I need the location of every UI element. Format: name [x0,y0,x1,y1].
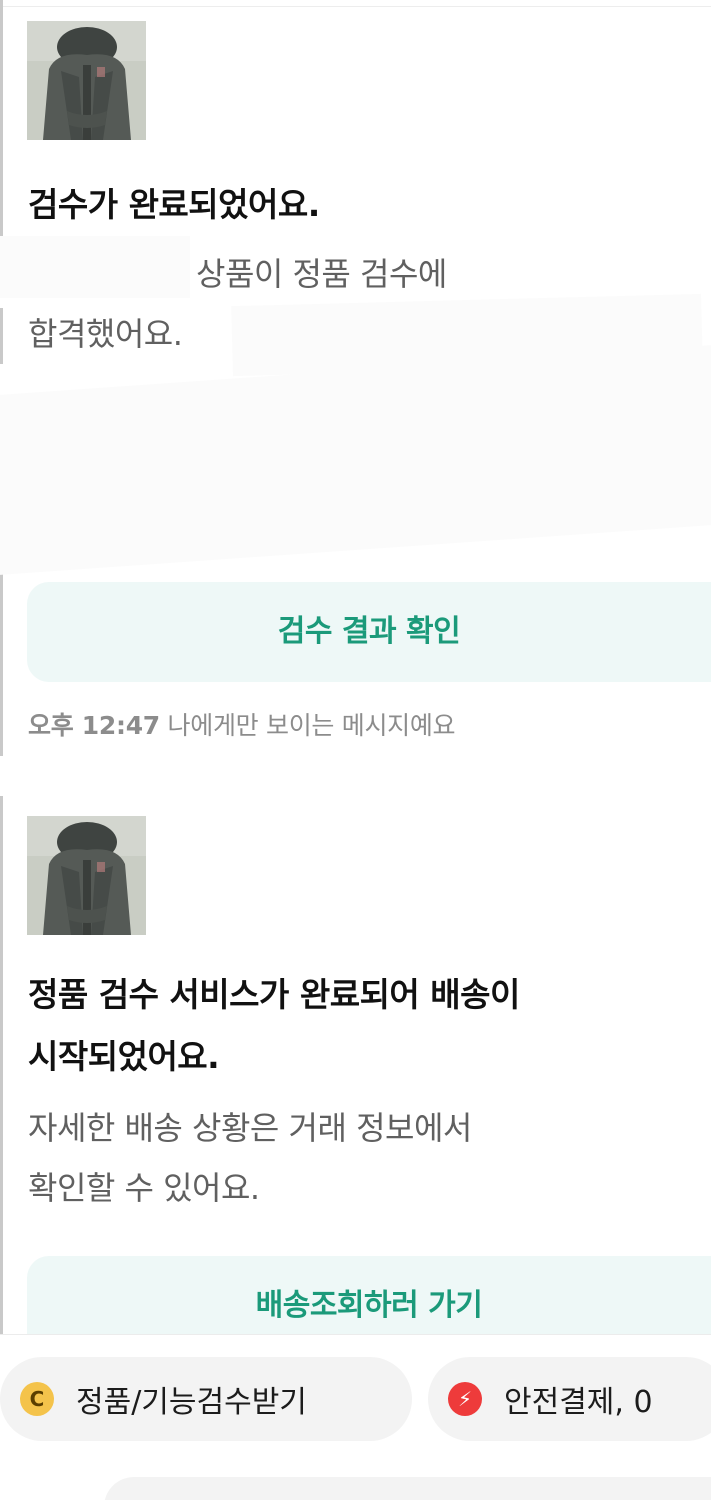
message-time: 오후 12:47 [28,711,160,740]
view-inspection-result-button[interactable]: 검수 결과 확인 [27,582,711,682]
message-body-line: 확인할 수 있어요. [28,1169,260,1207]
message-body-line: 자세한 배송 상황은 거래 정보에서 [28,1109,472,1147]
authenticity-check-chip[interactable]: C 정품/기능검수받기 [0,1357,412,1441]
message-rail [0,796,3,1336]
chip-label: 정품/기능검수받기 [76,1385,307,1420]
product-thumbnail[interactable] [27,816,146,935]
visibility-note: 나에게만 보이는 메시지예요 [167,711,456,740]
message-meta: 오후 12:47 나에게만 보이는 메시지예요 [28,704,456,748]
message-rail [0,308,3,364]
message-title-line: 시작되었어요. [28,1037,220,1076]
chip-label: 안전결제, 0 [504,1385,653,1420]
message-body-line: 합격했어요. [28,315,183,353]
message-title: 검수가 완료되었어요. [28,185,320,224]
redaction-smudge [0,345,711,575]
message-rail [0,560,3,756]
message-input[interactable] [104,1477,711,1500]
message-title-line: 정품 검수 서비스가 완료되어 배송이 [28,975,520,1014]
redaction-smudge [0,236,190,298]
message-body-line: 상품이 정품 검수에 [196,255,447,293]
quick-action-bar: C 정품/기능검수받기 ⚡ 안전결제, 0 [0,1334,711,1500]
product-thumbnail[interactable] [27,21,146,140]
message-rail [0,0,3,252]
coin-icon: C [20,1382,54,1416]
lightning-icon: ⚡ [448,1382,482,1416]
safe-payment-chip[interactable]: ⚡ 안전결제, 0 [428,1357,711,1441]
chat-screen: 검수가 완료되었어요. 상품이 정품 검수에 합격했어요. 검수 결과 확인 오… [0,0,711,1500]
top-divider [0,6,711,7]
